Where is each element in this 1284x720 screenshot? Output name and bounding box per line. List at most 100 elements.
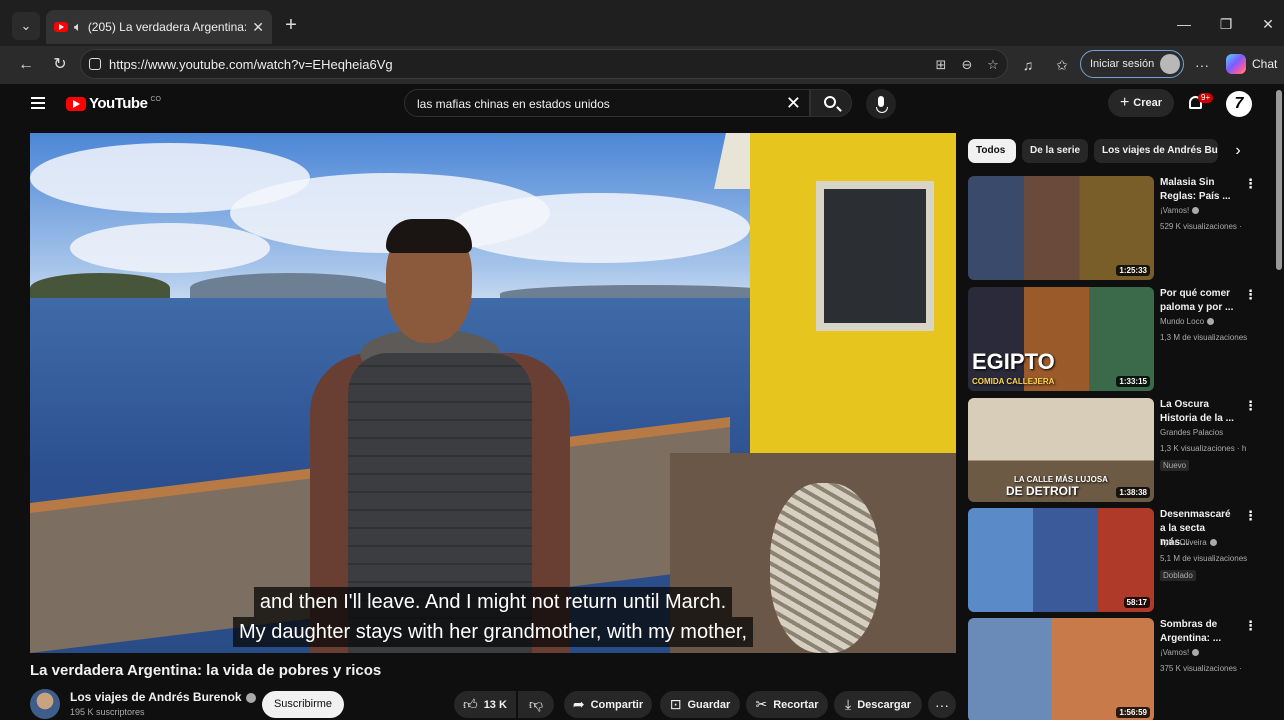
- account-avatar[interactable]: 7: [1226, 91, 1252, 117]
- share-arrow-icon: ➦: [572, 696, 585, 712]
- recommendation-title[interactable]: Por qué comer paloma y por ...: [1160, 287, 1236, 315]
- restore-icon[interactable]: ❐: [1214, 12, 1238, 36]
- more-actions-button[interactable]: ···: [928, 691, 956, 718]
- verified-icon: [245, 692, 256, 703]
- new-badge: Nuevo: [1160, 460, 1190, 471]
- back-arrow-icon[interactable]: ←: [14, 54, 38, 76]
- video-thumbnail[interactable]: 1:25:33: [968, 176, 1154, 280]
- recommendation-title[interactable]: Malasia Sin Reglas: País ...: [1160, 176, 1236, 204]
- country-code: CO: [150, 96, 161, 103]
- more-options-icon[interactable]: ···: [1192, 55, 1212, 75]
- search-input[interactable]: las mafias chinas en estados unidos ✕: [404, 89, 810, 117]
- copilot-logo-icon: [1226, 54, 1246, 74]
- channel-avatar[interactable]: [30, 689, 60, 719]
- download-button[interactable]: ⤓ Descargar: [834, 691, 922, 718]
- dubbed-badge: Doblado: [1160, 570, 1196, 581]
- search-query[interactable]: las mafias chinas en estados unidos: [417, 97, 610, 111]
- recommendation-title[interactable]: Sombras de Argentina: ...: [1160, 618, 1236, 646]
- site-info-icon[interactable]: [89, 58, 101, 70]
- youtube-wordmark: YouTube: [89, 95, 148, 112]
- more-vertical-icon[interactable]: ⋮: [1244, 618, 1257, 634]
- copilot-chat-button[interactable]: Chat: [1226, 54, 1277, 74]
- share-button[interactable]: ➦ Compartir: [564, 691, 652, 718]
- recommendation-title[interactable]: La Oscura Historia de la ...: [1160, 398, 1236, 426]
- create-label: Crear: [1133, 97, 1163, 109]
- window-close-icon[interactable]: ✕: [1256, 12, 1280, 36]
- signin-label: Iniciar sesión: [1090, 58, 1155, 70]
- like-button[interactable]: 👍︎ 13 K: [454, 691, 516, 718]
- clear-search-icon[interactable]: ✕: [786, 93, 801, 114]
- clip-button[interactable]: ✂ Recortar: [746, 691, 828, 718]
- tab-list-chevron-icon[interactable]: ⌄: [12, 12, 40, 40]
- notifications-bell-icon[interactable]: 9+: [1186, 93, 1214, 113]
- close-tab-icon[interactable]: ✕: [252, 19, 264, 36]
- more-vertical-icon[interactable]: ⋮: [1244, 508, 1257, 524]
- new-tab-button[interactable]: +: [280, 14, 302, 36]
- recommendation-item[interactable]: 58:17 Desenmascaré a la secta más... Tyl…: [968, 508, 1268, 614]
- recommendation-channel: Grandes Palacios: [1160, 428, 1224, 437]
- recommendation-channel: ¡Vamos!: [1160, 206, 1200, 215]
- chevron-right-icon[interactable]: ›: [1228, 140, 1248, 162]
- signin-button[interactable]: Iniciar sesión: [1080, 50, 1184, 78]
- speaker-icon[interactable]: 🔈︎: [74, 19, 82, 35]
- video-thumbnail[interactable]: 1:56:59: [968, 618, 1154, 720]
- app-available-icon[interactable]: ⊞: [933, 57, 949, 73]
- browser-tabstrip: ⌄ 🔈︎ (205) La verdadera Argentina: la vi…: [0, 0, 1284, 48]
- subscriber-count: 195 K suscriptores: [70, 707, 145, 717]
- youtube-logo[interactable]: YouTube CO: [66, 95, 161, 112]
- video-player[interactable]: and then I'll leave. And I might not ret…: [30, 133, 956, 653]
- recommendation-item[interactable]: 1:25:33 Malasia Sin Reglas: País ... ¡Va…: [968, 176, 1268, 282]
- voice-search-mic-icon[interactable]: [866, 89, 896, 119]
- favorites-icon[interactable]: ✩: [1052, 55, 1072, 75]
- recommendation-views: 1,3 M de visualizaciones: [1160, 333, 1248, 342]
- chat-label: Chat: [1252, 57, 1278, 71]
- video-thumbnail[interactable]: 58:17: [968, 508, 1154, 612]
- video-title: La verdadera Argentina: la vida de pobre…: [30, 662, 382, 679]
- menu-hamburger-icon[interactable]: [31, 97, 45, 109]
- page-scrollbar[interactable]: [1276, 90, 1282, 270]
- recommendation-item[interactable]: 1:56:59 Sombras de Argentina: ... ¡Vamos…: [968, 618, 1268, 720]
- channel-name-link[interactable]: Los viajes de Andrés Burenok: [70, 690, 256, 704]
- thumbnail-subtext: COMIDA CALLEJERA: [972, 377, 1055, 386]
- more-vertical-icon[interactable]: ⋮: [1244, 176, 1257, 192]
- chip-todos[interactable]: Todos: [968, 139, 1016, 163]
- zoom-icon[interactable]: ⊖: [959, 57, 975, 73]
- create-button[interactable]: + Crear: [1108, 89, 1174, 117]
- plus-icon: +: [1119, 94, 1130, 111]
- channel-name[interactable]: Los viajes de Andrés Burenok: [70, 690, 242, 704]
- save-label: Guardar: [687, 698, 731, 711]
- url-text[interactable]: https://www.youtube.com/watch?v=EHeqheia…: [109, 57, 393, 72]
- caption-line-1: and then I'll leave. And I might not ret…: [253, 587, 733, 617]
- recommendation-item[interactable]: EGIPTO COMIDA CALLEJERA 1:33:15 Por qué …: [968, 287, 1268, 393]
- video-thumbnail[interactable]: LA CALLE MÁS LUJOSA DE DETROIT 1:38:38: [968, 398, 1154, 502]
- more-vertical-icon[interactable]: ⋮: [1244, 398, 1257, 414]
- recommendation-views: 529 K visualizaciones ·: [1160, 222, 1242, 231]
- browser-tab-active[interactable]: 🔈︎ (205) La verdadera Argentina: la vida…: [46, 10, 272, 44]
- chip-de-la-serie[interactable]: De la serie: [1022, 139, 1088, 163]
- thumbs-down-icon: 👎︎: [528, 696, 544, 712]
- minimize-icon[interactable]: —: [1172, 12, 1196, 36]
- recommendation-item[interactable]: LA CALLE MÁS LUJOSA DE DETROIT 1:38:38 L…: [968, 398, 1268, 504]
- tab-title: (205) La verdadera Argentina: la vida de…: [87, 20, 247, 34]
- more-vertical-icon[interactable]: ⋮: [1244, 287, 1257, 303]
- thumbnail-text: DE DETROIT: [1006, 484, 1079, 498]
- recommendation-views: 1,3 K visualizaciones · h: [1160, 444, 1247, 453]
- closed-captions: and then I'll leave. And I might not ret…: [30, 587, 956, 647]
- video-duration: 1:33:15: [1116, 376, 1150, 387]
- extensions-icon[interactable]: ♫: [1018, 55, 1038, 75]
- recommendation-channel: Mundo Loco: [1160, 317, 1215, 326]
- subscribe-button[interactable]: Suscribirme: [262, 691, 344, 718]
- address-bar[interactable]: https://www.youtube.com/watch?v=EHeqheia…: [80, 49, 1008, 79]
- dislike-button[interactable]: 👎︎: [518, 691, 554, 718]
- favorite-star-icon[interactable]: ☆: [985, 57, 1001, 73]
- video-thumbnail[interactable]: EGIPTO COMIDA CALLEJERA 1:33:15: [968, 287, 1154, 391]
- thumbnail-subtext: LA CALLE MÁS LUJOSA: [1014, 475, 1108, 484]
- video-duration: 58:17: [1123, 597, 1150, 608]
- search-button[interactable]: [810, 89, 852, 117]
- chip-channel[interactable]: Los viajes de Andrés Bu: [1094, 139, 1218, 163]
- bookmark-icon: ⊡: [669, 696, 682, 712]
- recommendation-channel: ¡Vamos!: [1160, 648, 1200, 657]
- save-button[interactable]: ⊡ Guardar: [660, 691, 740, 718]
- thumbnail-text: EGIPTO: [972, 349, 1055, 374]
- reload-icon[interactable]: ↻: [48, 54, 72, 76]
